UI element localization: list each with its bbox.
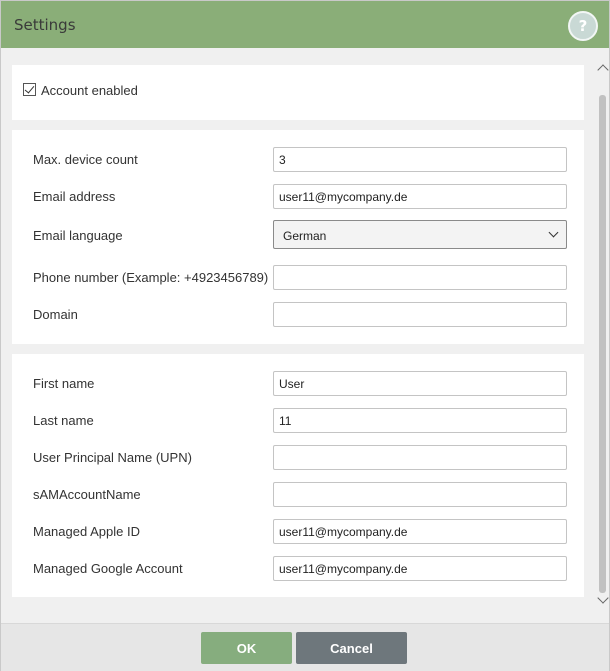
domain-input[interactable]: [273, 302, 567, 327]
first-name-label: First name: [33, 376, 95, 391]
scroll-up-arrow-icon[interactable]: [597, 64, 609, 76]
email-address-label: Email address: [33, 189, 116, 204]
help-button[interactable]: ?: [568, 11, 598, 41]
help-icon: ?: [578, 17, 588, 35]
device-email-panel: Max. device count Email address Email la…: [12, 130, 584, 344]
managed-apple-id-input[interactable]: [273, 519, 567, 544]
phone-number-label: Phone number (Example: +4923456789): [33, 270, 269, 285]
upn-input[interactable]: [273, 445, 567, 470]
chevron-down-icon: [548, 227, 559, 238]
account-enabled-label[interactable]: Account enabled: [41, 83, 138, 98]
ok-button[interactable]: OK: [201, 632, 292, 664]
email-language-value: German: [283, 229, 327, 243]
settings-content: Account enabled Max. device count Email …: [1, 48, 596, 623]
email-language-select[interactable]: German: [273, 220, 567, 249]
max-device-count-label: Max. device count: [33, 152, 138, 167]
dialog-title: Settings: [14, 16, 76, 34]
upn-label: User Principal Name (UPN): [33, 450, 192, 465]
scroll-down-arrow-icon[interactable]: [597, 592, 609, 604]
last-name-label: Last name: [33, 413, 94, 428]
identity-panel: First name Last name User Principal Name…: [12, 354, 584, 597]
dialog-header: Settings ?: [1, 1, 609, 48]
first-name-input[interactable]: [273, 371, 567, 396]
vertical-scrollbar[interactable]: [596, 48, 609, 623]
account-panel: Account enabled: [12, 65, 584, 120]
settings-dialog: Settings ? Account enabled Max. device c…: [0, 0, 610, 671]
samaccountname-label: sAMAccountName: [33, 487, 141, 502]
account-enabled-checkbox[interactable]: [23, 83, 36, 96]
managed-google-account-label: Managed Google Account: [33, 561, 183, 576]
managed-google-account-input[interactable]: [273, 556, 567, 581]
last-name-input[interactable]: [273, 408, 567, 433]
scrollbar-thumb[interactable]: [599, 95, 606, 593]
cancel-button[interactable]: Cancel: [296, 632, 407, 664]
dialog-footer: OK Cancel: [1, 623, 609, 671]
max-device-count-input[interactable]: [273, 147, 567, 172]
domain-label: Domain: [33, 307, 78, 322]
email-language-label: Email language: [33, 228, 123, 243]
phone-number-input[interactable]: [273, 265, 567, 290]
managed-apple-id-label: Managed Apple ID: [33, 524, 140, 539]
email-address-input[interactable]: [273, 184, 567, 209]
samaccountname-input[interactable]: [273, 482, 567, 507]
